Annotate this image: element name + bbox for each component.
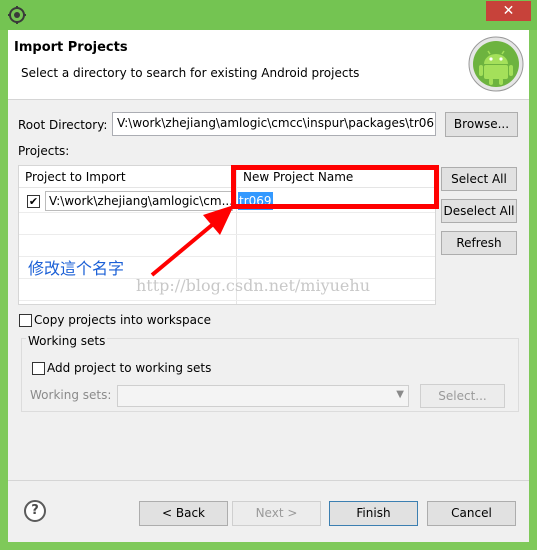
refresh-button[interactable]: Refresh	[441, 231, 517, 255]
title-bar[interactable]: ✕	[0, 0, 537, 30]
working-sets-title: Working sets	[26, 334, 108, 348]
close-button[interactable]: ✕	[486, 1, 531, 21]
annotation-text: 修改這个名字	[28, 259, 125, 278]
watermark: http://blog.csdn.net/miyuehu	[136, 276, 371, 295]
chevron-down-icon: ▼	[396, 389, 404, 400]
next-button[interactable]: Next >	[232, 501, 321, 526]
project-row-checkbox[interactable]: ✔	[27, 195, 40, 208]
deselect-all-button[interactable]: Deselect All	[441, 199, 517, 223]
import-projects-window: ✕ Import Projects Select a directory to …	[0, 0, 537, 550]
add-to-working-sets-checkbox[interactable]	[32, 362, 45, 375]
root-directory-label: Root Directory:	[18, 118, 108, 132]
select-working-sets-button[interactable]: Select...	[420, 384, 505, 408]
working-sets-combo[interactable]: ▼	[117, 385, 409, 407]
cancel-button[interactable]: Cancel	[427, 501, 516, 526]
select-all-button[interactable]: Select All	[441, 167, 517, 191]
back-button[interactable]: < Back	[139, 501, 228, 526]
projects-label: Projects:	[18, 144, 70, 158]
add-to-working-sets-label: Add project to working sets	[47, 361, 212, 375]
copy-projects-label: Copy projects into workspace	[34, 313, 212, 327]
highlight-box	[231, 165, 439, 209]
copy-projects-checkbox[interactable]	[19, 314, 32, 327]
page-description: Select a directory to search for existin…	[21, 66, 360, 80]
working-sets-label: Working sets:	[30, 388, 112, 402]
root-directory-input[interactable]: V:\work\zhejiang\amlogic\cmcc\inspur\pac…	[112, 112, 436, 136]
finish-button[interactable]: Finish	[329, 501, 418, 526]
dialog-client: Import Projects Select a directory to se…	[8, 30, 529, 542]
annotation-arrow	[150, 205, 234, 277]
page-title: Import Projects	[14, 40, 128, 55]
help-icon[interactable]: ?	[24, 500, 46, 522]
android-icon	[468, 36, 524, 92]
browse-button[interactable]: Browse...	[445, 112, 518, 137]
eclipse-app-icon	[8, 6, 26, 24]
dialog-header: Import Projects Select a directory to se…	[8, 30, 529, 100]
